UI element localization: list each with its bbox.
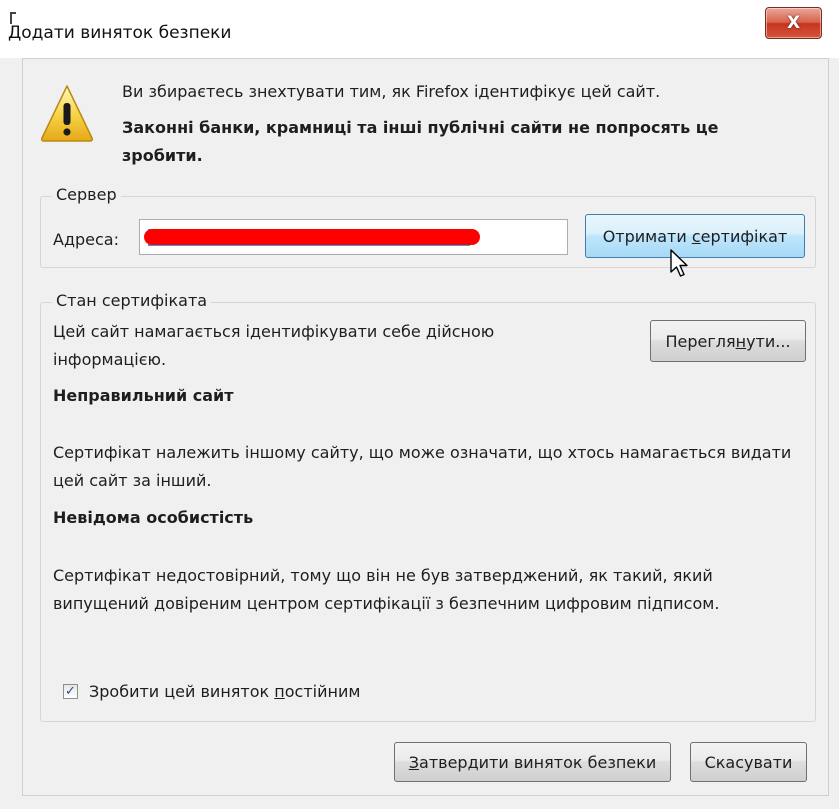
confirm-security-exception-button[interactable]: Затвердити виняток безпеки xyxy=(394,742,671,782)
close-button[interactable]: X xyxy=(765,7,822,39)
view-certificate-label: Переглянути... xyxy=(665,331,791,351)
close-icon: X xyxy=(786,13,801,33)
certificate-status-text: Цей сайт намагається ідентифікувати себе… xyxy=(53,322,495,369)
checkmark-icon: ✓ xyxy=(65,684,76,699)
warning-icon xyxy=(41,85,93,142)
add-security-exception-dialog: Додати виняток безпеки X Ви збираєтесь з… xyxy=(0,0,839,809)
address-redaction xyxy=(144,229,480,245)
permanent-exception-label[interactable]: Зробити цей виняток постійним xyxy=(89,682,360,701)
get-certificate-label: Отримати сертифікат xyxy=(602,226,788,246)
unknown-identity-description: Сертифікат недостовірний, тому що він не… xyxy=(53,566,720,613)
unknown-identity-heading: Невідома особистість xyxy=(53,508,254,527)
mouse-pointer-icon xyxy=(670,249,688,277)
wrong-site-heading: Неправильний сайт xyxy=(53,386,234,405)
address-label: Адреса: xyxy=(53,230,119,249)
window-title: Додати виняток безпеки xyxy=(8,23,232,43)
address-input[interactable] xyxy=(139,219,568,255)
title-bar: Додати виняток безпеки X xyxy=(0,0,839,58)
wrong-site-description: Сертифікат належить іншому сайту, що мож… xyxy=(53,443,792,490)
cancel-label: Скасувати xyxy=(704,752,793,772)
permanent-exception-checkbox[interactable]: ✓ xyxy=(63,684,78,699)
certificate-status-legend: Стан сертифіката xyxy=(52,291,212,310)
intro-warning-text: Ви збираєтесь знехтувати тим, як Firefox… xyxy=(122,82,661,101)
cancel-button[interactable]: Скасувати xyxy=(690,742,807,782)
get-certificate-button[interactable]: Отримати сертифікат xyxy=(585,214,805,258)
server-legend: Сервер xyxy=(52,185,121,204)
intro-bold-warning: Законні банки, крамниці та інші публічні… xyxy=(122,118,719,165)
confirm-security-exception-label: Затвердити виняток безпеки xyxy=(408,752,657,772)
view-certificate-button[interactable]: Переглянути... xyxy=(650,320,806,362)
